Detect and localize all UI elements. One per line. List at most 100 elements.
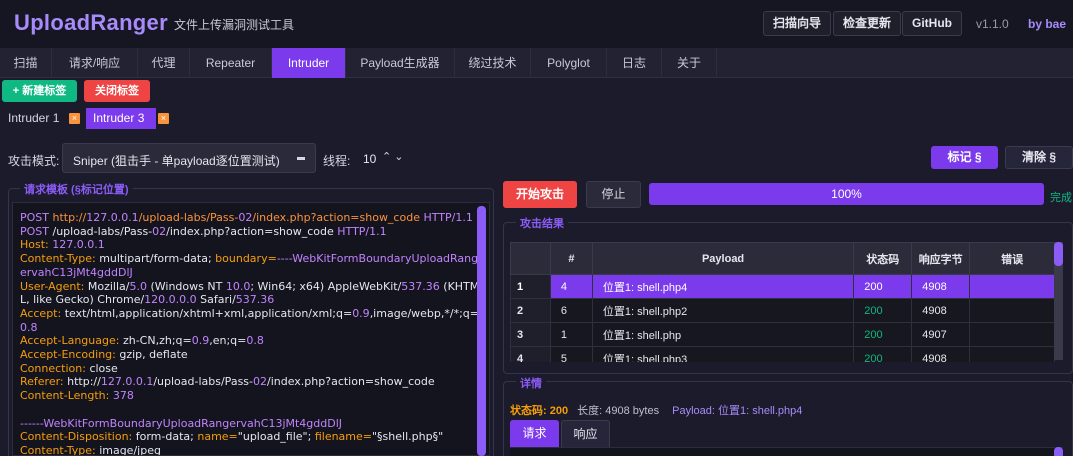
- stepper-arrows-icon[interactable]: ⌃⌄: [382, 150, 406, 163]
- cell-payload: 位置1: shell.php: [591, 322, 855, 347]
- code-token: image/jpeg: [99, 443, 161, 456]
- github-button[interactable]: GitHub: [902, 11, 962, 36]
- code-line: Referer: http://127.0.0.1/upload-labs/Pa…: [20, 375, 480, 389]
- column-header-id[interactable]: #: [549, 242, 593, 275]
- code-token: ; Win64; x64) AppleWebKit/: [250, 279, 402, 293]
- code-line: POST http://127.0.0.1/upload-labs/Pass-0…: [20, 211, 480, 225]
- cell-error: [969, 298, 1055, 323]
- tab-proxy[interactable]: 代理: [138, 48, 190, 78]
- code-token: form-data;: [135, 430, 198, 444]
- tab-intruder[interactable]: Intruder: [272, 48, 346, 78]
- code-token: Content-Type:: [20, 443, 100, 456]
- column-header-error[interactable]: 错误: [969, 242, 1055, 275]
- cell-bytes: 4908: [911, 274, 971, 299]
- code-token: name=: [197, 430, 238, 444]
- request-template-legend: 请求模板 (§标记位置): [20, 181, 133, 197]
- code-line: Content-Type: image/jpeg: [20, 443, 480, 456]
- code-token: /index.php?action=show_code: [166, 224, 338, 238]
- code-line: Accept: text/html,application/xhtml+xml,…: [20, 307, 480, 334]
- tab-payload-generator[interactable]: Payload生成器: [346, 48, 455, 78]
- tab-polyglot[interactable]: Polyglot: [531, 48, 607, 78]
- attack-mode-select[interactable]: Sniper (狙击手 - 单payload逐位置测试): [62, 143, 316, 173]
- tab-request-response[interactable]: 请求/响应: [52, 48, 138, 78]
- detail-payload: Payload: 位置1: shell.php4: [672, 405, 803, 417]
- table-row[interactable]: 2 6 位置1: shell.php2 200 4908: [510, 298, 1055, 323]
- detail-scrollbar[interactable]: [1054, 447, 1063, 456]
- results-scrollbar-thumb[interactable]: [1054, 242, 1063, 266]
- code-token: /upload-labs/Pass-: [52, 224, 153, 238]
- tab-scan[interactable]: 扫描: [0, 48, 52, 78]
- subtab-intruder-3[interactable]: Intruder 3: [86, 108, 156, 129]
- code-line: POST /upload-labs/Pass-02/index.php?acti…: [20, 225, 480, 239]
- table-row[interactable]: 4 5 位置1: shell.php3 200 4908: [510, 346, 1055, 362]
- code-token: Mozilla/: [87, 279, 130, 293]
- table-row[interactable]: 3 1 位置1: shell.php 200 4907: [510, 322, 1055, 347]
- editor-scrollbar[interactable]: [477, 206, 486, 456]
- cell-bytes: 4908: [911, 346, 971, 362]
- thread-label: 线程:: [323, 154, 351, 168]
- tab-bypass[interactable]: 绕过技术: [455, 48, 531, 78]
- code-token: Content-Disposition:: [20, 430, 136, 444]
- code-token: POST: [20, 224, 53, 238]
- code-token: /upload-labs/Pass-: [153, 375, 253, 389]
- code-token: Accept-Language:: [20, 334, 123, 348]
- progress-bar: 100%: [649, 183, 1044, 205]
- progress-text: 100%: [831, 187, 862, 201]
- cell-payload: 位置1: shell.php3: [591, 346, 855, 362]
- check-update-button[interactable]: 检查更新: [833, 11, 902, 36]
- tab-about[interactable]: 关于: [662, 48, 717, 78]
- code-token: POST: [20, 211, 53, 224]
- detail-tab-response[interactable]: 响应: [561, 420, 610, 447]
- code-token: multipart/form-data;: [99, 252, 216, 266]
- subtab-intruder-1[interactable]: Intruder 1: [8, 108, 59, 129]
- detail-content-area[interactable]: [510, 447, 1063, 456]
- code-token: gzip, deflate: [119, 348, 188, 362]
- table-row[interactable]: 1 4 位置1: shell.php4 200 4908: [510, 274, 1055, 299]
- detail-status: 状态码: 200: [510, 405, 569, 417]
- code-token: 0.9: [191, 334, 210, 348]
- code-token: filename=: [314, 430, 372, 444]
- start-attack-button[interactable]: 开始攻击: [503, 181, 577, 208]
- code-token: Safari/: [196, 293, 236, 307]
- code-line: [20, 403, 480, 417]
- column-header-payload[interactable]: Payload: [591, 242, 855, 275]
- code-token: Host:: [20, 238, 53, 252]
- row-number: 2: [510, 298, 551, 323]
- request-template-editor[interactable]: POST http://127.0.0.1/upload-labs/Pass-0…: [12, 202, 490, 456]
- column-header-bytes[interactable]: 响应字节: [911, 242, 971, 275]
- code-line: Host: 127.0.0.1: [20, 238, 480, 252]
- code-token: ,image/webp,*/*;q=: [369, 306, 479, 320]
- close-icon[interactable]: ×: [158, 113, 169, 124]
- column-header-status[interactable]: 状态码: [853, 242, 913, 275]
- detail-tab-request[interactable]: 请求: [510, 420, 559, 447]
- cell-bytes: 4908: [911, 298, 971, 323]
- cell-id: 6: [549, 298, 593, 323]
- close-tab-button[interactable]: 关闭标签: [84, 80, 150, 102]
- code-token: http://: [52, 211, 87, 224]
- tab-log[interactable]: 日志: [607, 48, 662, 78]
- mark-button[interactable]: 标记 §: [931, 146, 998, 169]
- clear-marks-button[interactable]: 清除 §: [1005, 146, 1073, 169]
- code-token: http://: [67, 375, 101, 389]
- code-token: "upload_file";: [237, 430, 315, 444]
- tab-repeater[interactable]: Repeater: [190, 48, 272, 78]
- code-token: (Windows NT: [146, 279, 226, 293]
- code-line: Accept-Language: zh-CN,zh;q=0.9,en;q=0.8: [20, 334, 480, 348]
- code-token: 0.9: [352, 306, 370, 320]
- cell-payload: 位置1: shell.php4: [591, 274, 855, 299]
- code-token: ------WebKitFormBoundaryUploadRangervahC…: [20, 416, 343, 430]
- app-subtitle: 文件上传漏洞测试工具: [174, 18, 295, 32]
- stop-button[interactable]: 停止: [586, 181, 641, 208]
- cell-id: 1: [549, 322, 593, 347]
- close-icon[interactable]: ×: [69, 113, 80, 124]
- new-tab-button[interactable]: + 新建标签: [2, 80, 77, 102]
- thread-count-input[interactable]: 10: [363, 152, 376, 166]
- status-done: 完成: [1050, 192, 1072, 204]
- code-token: 02: [238, 211, 253, 224]
- detail-legend: 详情: [516, 375, 546, 391]
- code-token: HTTP/1.1: [423, 211, 473, 224]
- scan-wizard-button[interactable]: 扫描向导: [763, 11, 832, 36]
- column-header-rownum: [510, 242, 551, 275]
- code-line: ------WebKitFormBoundaryUploadRangervahC…: [20, 417, 480, 431]
